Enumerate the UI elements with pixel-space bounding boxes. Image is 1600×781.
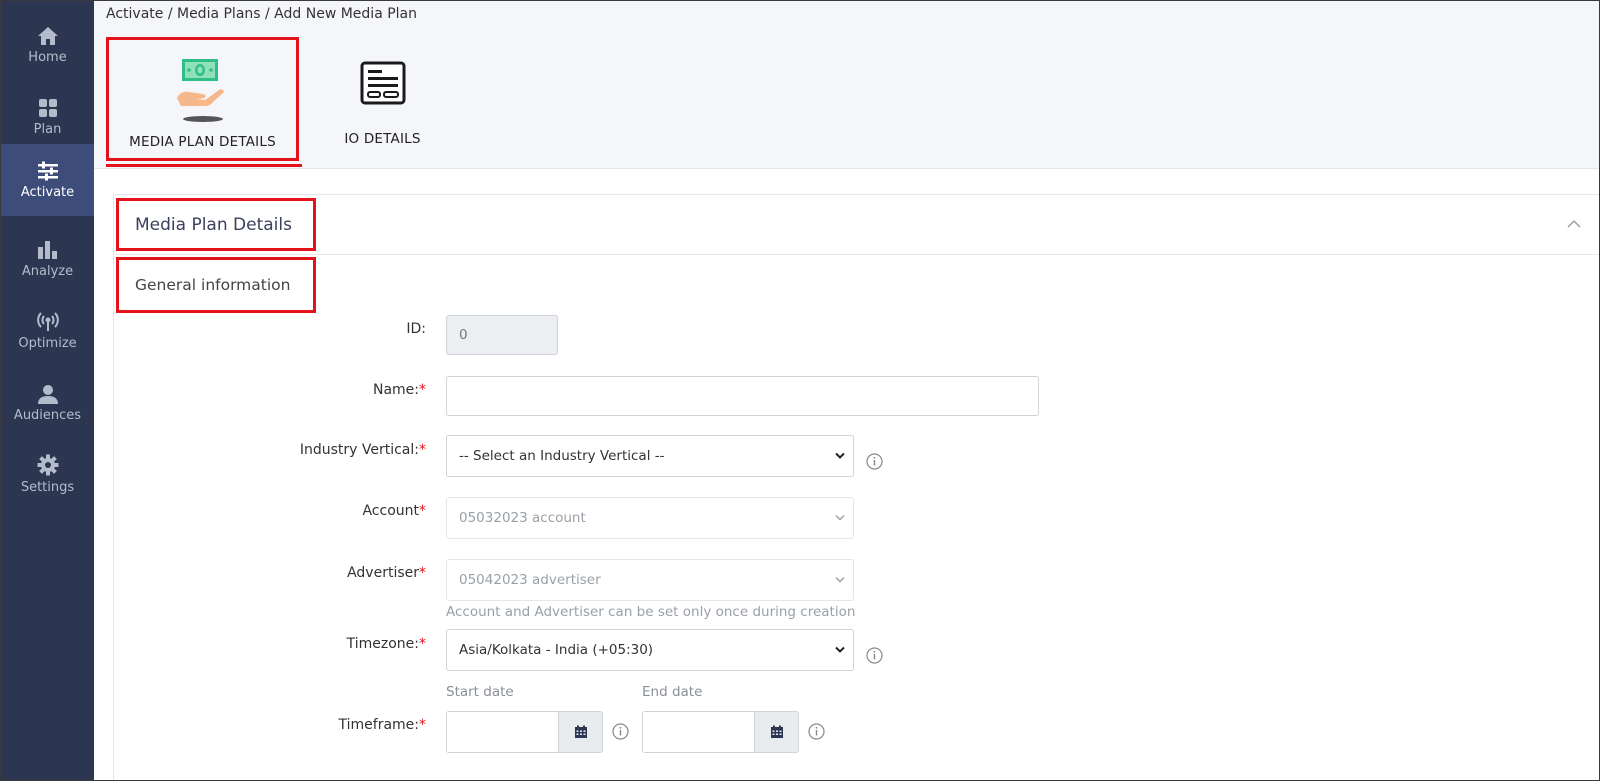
info-icon[interactable]: [808, 723, 825, 744]
info-icon[interactable]: [866, 453, 883, 474]
start-date-calendar-button[interactable]: [558, 711, 603, 753]
sidebar: Home Plan Activate Analyze Optimize Audi…: [1, 1, 94, 780]
sidebar-item-home[interactable]: Home: [1, 9, 94, 81]
sidebar-item-label: Activate: [20, 184, 75, 200]
section-title: General information: [135, 276, 291, 294]
sidebar-item-label: Home: [28, 49, 67, 65]
step-label: MEDIA PLAN DETAILS: [129, 134, 276, 150]
timezone-select[interactable]: Asia/Kolkata - India (+05:30): [446, 629, 854, 671]
end-date-picker: [642, 711, 799, 753]
sidebar-item-optimize[interactable]: Optimize: [1, 295, 94, 367]
broadcast-icon: [36, 311, 59, 331]
info-icon[interactable]: [866, 647, 883, 668]
sidebar-item-label: Analyze: [21, 263, 74, 279]
account-label: Account*: [362, 503, 426, 519]
timezone-label: Timezone:*: [346, 636, 426, 652]
info-icon[interactable]: [612, 723, 629, 744]
user-icon: [37, 384, 58, 404]
timeframe-label: Timeframe:*: [338, 717, 427, 733]
step-io-details[interactable]: IO DETAILS: [286, 37, 479, 161]
advertiser-label: Advertiser*: [347, 565, 426, 581]
money-hand-icon: [175, 40, 231, 124]
start-date-input[interactable]: [446, 711, 558, 753]
end-date-calendar-button[interactable]: [754, 711, 799, 753]
account-advertiser-hint: Account and Advertiser can be set only o…: [446, 604, 856, 620]
bar-chart-icon: [37, 240, 57, 259]
end-date-label: End date: [642, 684, 703, 700]
sidebar-item-analyze[interactable]: Analyze: [1, 223, 94, 295]
start-date-label: Start date: [446, 684, 514, 700]
breadcrumb: Activate / Media Plans / Add New Media P…: [106, 6, 418, 22]
name-label: Name:*: [372, 382, 426, 398]
advertiser-select: 05042023 advertiser: [446, 559, 854, 601]
id-label: ID:: [406, 321, 426, 337]
top-header: Activate / Media Plans / Add New Media P…: [94, 1, 1599, 169]
name-input[interactable]: [446, 376, 1039, 416]
active-step-underline: [106, 164, 302, 167]
sidebar-item-label: Optimize: [18, 335, 77, 351]
chevron-down-icon: [835, 576, 845, 583]
gear-icon: [37, 454, 58, 475]
sidebar-item-plan[interactable]: Plan: [1, 81, 94, 153]
sidebar-item-label: Audiences: [13, 407, 82, 423]
start-date-picker: [446, 711, 603, 753]
end-date-input[interactable]: [642, 711, 754, 753]
chevron-down-icon: [835, 452, 845, 459]
section-title-highlight: General information: [116, 257, 316, 313]
panel-header[interactable]: Media Plan Details: [114, 195, 1599, 255]
grid-icon: [38, 98, 57, 117]
sliders-icon: [37, 161, 58, 180]
sidebar-item-audiences[interactable]: Audiences: [1, 367, 94, 439]
panel-title-highlight: Media Plan Details: [116, 198, 316, 251]
chevron-down-icon: [835, 646, 845, 653]
industry-vertical-label: Industry Vertical:*: [299, 442, 426, 458]
calendar-icon: [770, 725, 783, 738]
id-field: 0: [446, 315, 558, 355]
chevron-down-icon: [835, 514, 845, 521]
calendar-icon: [574, 725, 587, 738]
sidebar-item-activate[interactable]: Activate: [1, 144, 94, 216]
media-plan-details-panel: Media Plan Details General information I…: [113, 194, 1599, 780]
account-select: 05032023 account: [446, 497, 854, 539]
app-window: Home Plan Activate Analyze Optimize Audi…: [0, 0, 1600, 781]
industry-vertical-select[interactable]: -- Select an Industry Vertical --: [446, 435, 854, 477]
sidebar-item-label: Settings: [20, 479, 75, 495]
chevron-up-icon[interactable]: [1567, 213, 1581, 232]
panel-title: Media Plan Details: [135, 214, 292, 235]
step-label: IO DETAILS: [344, 131, 421, 147]
document-list-icon: [360, 37, 406, 121]
sidebar-item-label: Plan: [33, 121, 62, 137]
step-media-plan-details[interactable]: MEDIA PLAN DETAILS: [106, 37, 299, 161]
sidebar-item-settings[interactable]: Settings: [1, 438, 94, 510]
home-icon: [37, 26, 58, 45]
